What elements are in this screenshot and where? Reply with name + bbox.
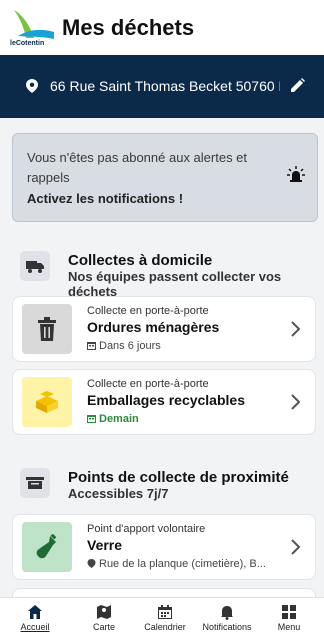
recycling-thumb	[22, 377, 72, 427]
recycling-packaging-icon	[36, 391, 58, 413]
edit-pencil-icon[interactable]	[290, 78, 305, 93]
card-title: Emballages recyclables	[87, 392, 245, 408]
tab-calendrier[interactable]: Calendrier	[139, 598, 191, 637]
chevron-right-icon	[291, 394, 301, 410]
address-text: 66 Rue Saint Thomas Becket 50760 B...	[50, 78, 280, 94]
notification-banner[interactable]: Vous n'êtes pas abonné aux alertes et ra…	[12, 133, 318, 222]
section-title-proximity: Points de collecte de proximité	[68, 469, 289, 486]
truck-icon	[20, 251, 50, 281]
calendar-icon	[158, 605, 172, 619]
glass-bottle-icon	[36, 534, 57, 559]
section-subtitle-proximity: Accessibles 7j/7	[68, 486, 169, 501]
glass-thumb	[22, 522, 72, 572]
page-title: Mes déchets	[62, 15, 195, 40]
collection-point-card-verre[interactable]: Point d'apport volontaire Verre Rue de l…	[12, 514, 316, 580]
card-kind: Point d'apport volontaire	[87, 523, 206, 535]
card-location: Rue de la planque (cimetière), B...	[87, 558, 266, 570]
chevron-right-icon	[291, 539, 301, 555]
logo-text: leCotentin	[10, 40, 45, 47]
map-icon	[97, 605, 111, 619]
activate-notifications-link[interactable]: Activez les notifications !	[27, 191, 183, 206]
chevron-right-icon	[291, 321, 301, 337]
card-title: Ordures ménagères	[87, 319, 220, 335]
card-kind: Collecte en porte-à-porte	[87, 305, 209, 317]
tab-notifications[interactable]: Notifications	[196, 598, 258, 637]
tab-accueil[interactable]: Accueil	[9, 598, 61, 637]
tab-menu[interactable]: Menu	[266, 598, 312, 637]
tab-carte[interactable]: Carte	[78, 598, 130, 637]
address-bar[interactable]: 66 Rue Saint Thomas Becket 50760 B...	[0, 55, 324, 118]
notification-text-line2: rappels	[27, 170, 70, 185]
location-pin-icon	[26, 79, 38, 93]
app-header: leCotentin Mes déchets	[0, 0, 324, 55]
trash-thumb	[22, 304, 72, 354]
card-next-date: Dans 6 jours	[87, 340, 161, 352]
home-icon	[28, 605, 42, 619]
alarm-icon	[287, 166, 305, 182]
collection-card-emballages[interactable]: Collecte en porte-à-porte Emballages rec…	[12, 369, 316, 435]
card-kind: Collecte en porte-à-porte	[87, 378, 209, 390]
collection-card-ordures[interactable]: Collecte en porte-à-porte Ordures ménagè…	[12, 296, 316, 362]
calendar-small-icon	[87, 342, 96, 350]
container-icon	[20, 468, 50, 498]
section-title-home-collection: Collectes à domicile	[68, 252, 213, 269]
card-title: Verre	[87, 537, 123, 553]
bell-icon	[221, 606, 233, 620]
trash-bin-icon	[38, 317, 56, 341]
calendar-small-icon	[87, 415, 96, 423]
notification-text-line1: Vous n'êtes pas abonné aux alertes et	[27, 150, 248, 165]
card-next-date: Demain	[87, 413, 139, 425]
grid-icon	[282, 605, 296, 619]
section-subtitle-home-collection: Nos équipes passent collecter vos déchet…	[68, 269, 282, 299]
bottom-tab-bar: Accueil Carte Calendrier Notifications M…	[0, 597, 324, 637]
location-pin-small-icon	[87, 559, 96, 568]
